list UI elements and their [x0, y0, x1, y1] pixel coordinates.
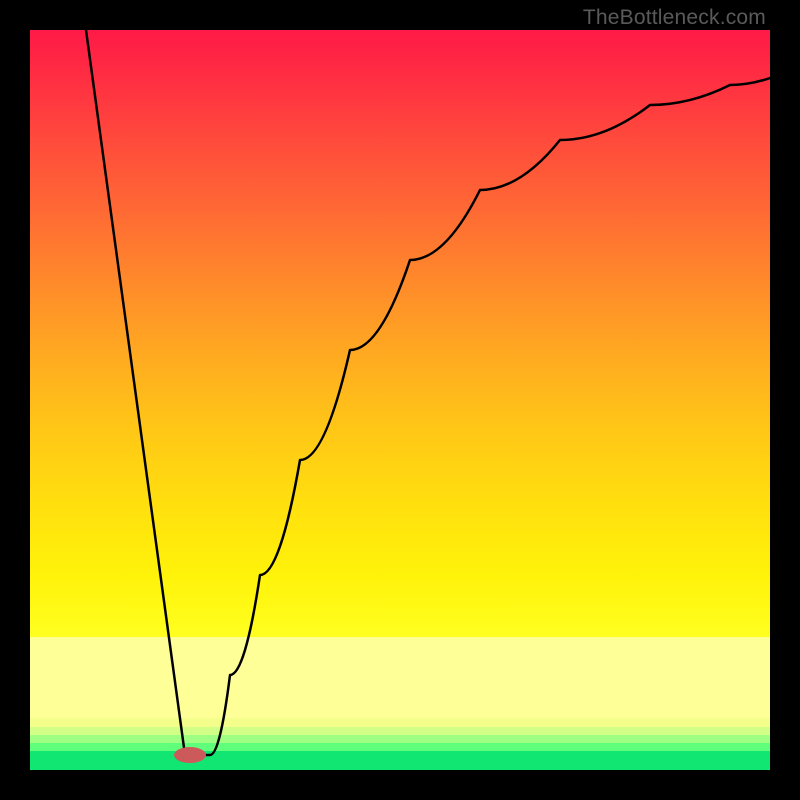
- curve-svg: [30, 30, 770, 770]
- curve-path: [86, 30, 770, 755]
- watermark-text: TheBottleneck.com: [583, 6, 766, 30]
- chart-frame: TheBottleneck.com: [0, 0, 800, 800]
- plot-area: [30, 30, 770, 770]
- minimum-marker: [174, 747, 206, 763]
